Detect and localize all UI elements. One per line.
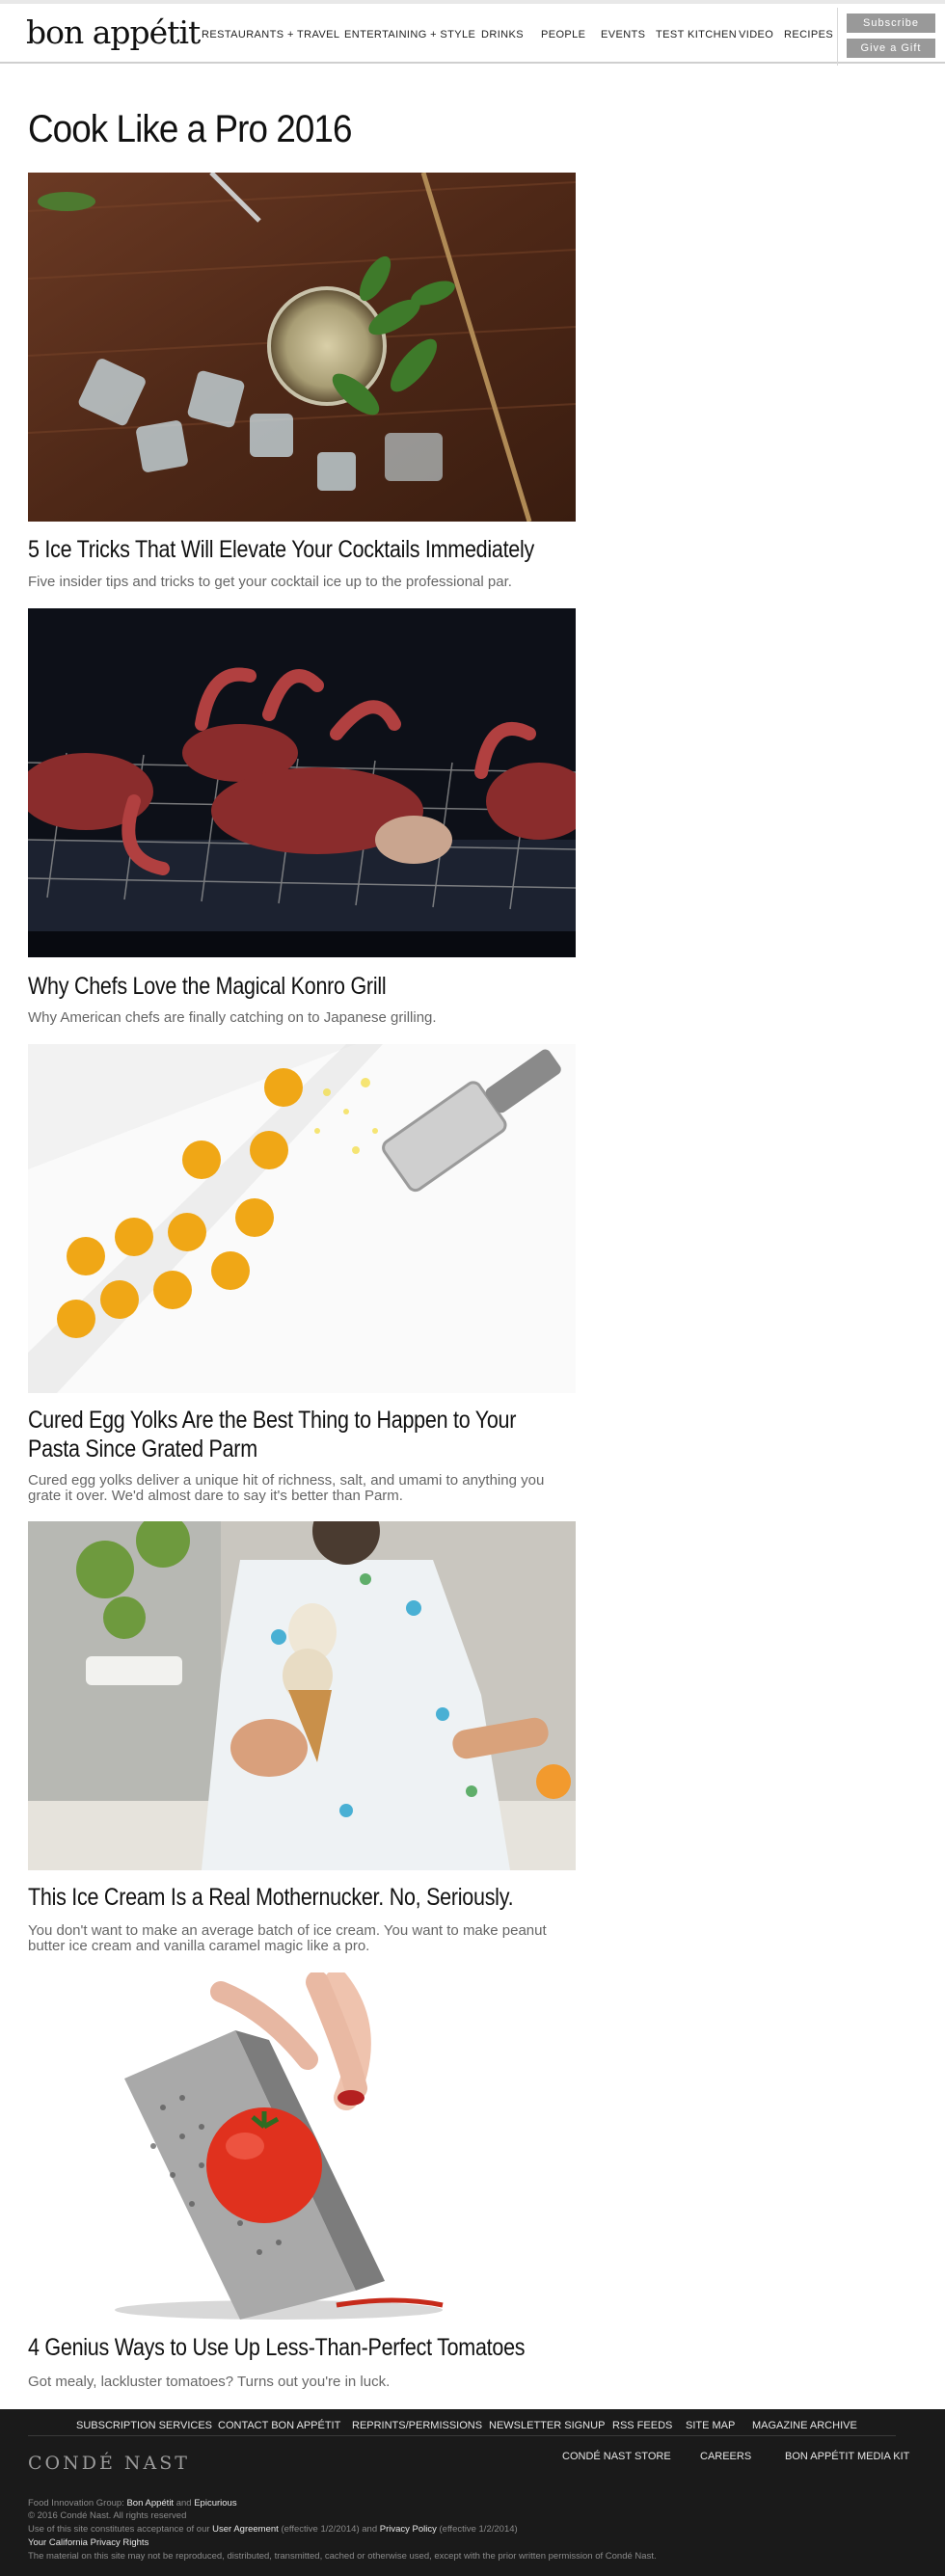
footer-link-reprints[interactable]: REPRINTS/PERMISSIONS bbox=[352, 2420, 482, 2431]
nav-recipes[interactable]: RECIPES bbox=[784, 29, 833, 40]
footer-pp-effective: (effective 1/2/2014) bbox=[439, 2524, 518, 2535]
nav-events[interactable]: EVENTS bbox=[601, 29, 645, 40]
footer-link-bon-appetit[interactable]: Bon Appétit bbox=[126, 2498, 174, 2509]
nav-test-kitchen[interactable]: TEST KITCHEN bbox=[656, 29, 737, 40]
footer-group-and: and bbox=[176, 2498, 192, 2509]
footer-link-privacy-policy[interactable]: Privacy Policy bbox=[380, 2524, 437, 2535]
article-desc-ice-cream: You don't want to make an average batch … bbox=[28, 1922, 547, 1939]
footer-divider bbox=[28, 2435, 896, 2436]
article-desc-ice-cream-line2: butter ice cream and vanilla caramel mag… bbox=[28, 1938, 370, 1954]
footer-link-epicurious[interactable]: Epicurious bbox=[194, 2498, 236, 2509]
footer-group-prefix: Food Innovation Group: bbox=[28, 2498, 124, 2509]
page-title: Cook Like a Pro 2016 bbox=[28, 108, 352, 150]
footer-link-sitemap[interactable]: SITE MAP bbox=[686, 2420, 735, 2431]
footer-link-contact[interactable]: CONTACT BON APPÉTIT bbox=[218, 2420, 340, 2431]
footer-link-newsletter[interactable]: NEWSLETTER SIGNUP bbox=[489, 2420, 605, 2431]
article-title-tomatoes[interactable]: 4 Genius Ways to Use Up Less-Than-Perfec… bbox=[28, 2333, 587, 2362]
footer-link-subscription-services[interactable]: SUBSCRIPTION SERVICES bbox=[76, 2420, 212, 2431]
footer-ua-effective: (effective 1/2/2014) and bbox=[281, 2524, 378, 2535]
article-desc-konro-grill: Why American chefs are finally catching … bbox=[28, 1009, 437, 1026]
article-title-ice-cream[interactable]: This Ice Cream Is a Real Mothernucker. N… bbox=[28, 1883, 587, 1912]
header-divider bbox=[837, 8, 838, 66]
footer-copyright: © 2016 Condé Nast. All rights reserved bbox=[28, 2510, 187, 2521]
footer-use-prefix: Use of this site constitutes acceptance … bbox=[28, 2524, 210, 2535]
give-gift-button[interactable]: Give a Gift bbox=[847, 39, 935, 58]
article-title-cured-egg-yolks[interactable]: Cured Egg Yolks Are the Best Thing to Ha… bbox=[28, 1406, 587, 1435]
nav-restaurants-travel[interactable]: RESTAURANTS + TRAVEL bbox=[202, 29, 339, 40]
article-image-cocktail[interactable] bbox=[28, 173, 576, 522]
footer-link-store[interactable]: CONDÉ NAST STORE bbox=[562, 2451, 671, 2462]
footer-link-user-agreement[interactable]: User Agreement bbox=[212, 2524, 279, 2535]
subscribe-button[interactable]: Subscribe bbox=[847, 13, 935, 33]
site-header: bon appétit RESTAURANTS + TRAVEL ENTERTA… bbox=[0, 4, 945, 66]
nav-video[interactable]: VIDEO bbox=[739, 29, 773, 40]
footer-link-california-privacy[interactable]: Your California Privacy Rights bbox=[28, 2537, 148, 2548]
nav-entertaining-style[interactable]: ENTERTAINING + STYLE bbox=[344, 29, 475, 40]
footer-link-media-kit[interactable]: BON APPÉTIT MEDIA KIT bbox=[785, 2451, 909, 2462]
site-logo[interactable]: bon appétit bbox=[26, 13, 201, 51]
conde-nast-logo[interactable]: CONDÉ NAST bbox=[28, 2453, 190, 2474]
article-image-ice-cream[interactable] bbox=[28, 1521, 576, 1870]
article-title-konro-grill[interactable]: Why Chefs Love the Magical Konro Grill bbox=[28, 972, 587, 1001]
article-desc-ice-tricks: Five insider tips and tricks to get your… bbox=[28, 574, 512, 590]
footer-food-group: Food Innovation Group: Bon Appétit and E… bbox=[28, 2498, 237, 2509]
article-title-ice-tricks[interactable]: 5 Ice Tricks That Will Elevate Your Cock… bbox=[28, 535, 587, 564]
article-desc-tomatoes: Got mealy, lackluster tomatoes? Turns ou… bbox=[28, 2374, 391, 2390]
article-title-cured-egg-yolks-line2[interactable]: Pasta Since Grated Parm bbox=[28, 1435, 587, 1463]
footer-terms: Use of this site constitutes acceptance … bbox=[28, 2524, 518, 2535]
nav-people[interactable]: PEOPLE bbox=[541, 29, 585, 40]
nav-drinks[interactable]: DRINKS bbox=[481, 29, 524, 40]
footer-link-rss[interactable]: RSS FEEDS bbox=[612, 2420, 672, 2431]
footer-link-archive[interactable]: MAGAZINE ARCHIVE bbox=[752, 2420, 857, 2431]
footer-link-careers[interactable]: CAREERS bbox=[700, 2451, 751, 2462]
article-image-tomato[interactable] bbox=[28, 1972, 576, 2321]
footer-material-notice: The material on this site may not be rep… bbox=[28, 2551, 657, 2562]
article-desc-cured-egg-yolks-line2: grate it over. We'd almost dare to say i… bbox=[28, 1488, 403, 1504]
article-image-egg-yolks[interactable] bbox=[28, 1044, 576, 1393]
article-desc-cured-egg-yolks: Cured egg yolks deliver a unique hit of … bbox=[28, 1472, 545, 1489]
article-image-octopus[interactable] bbox=[28, 608, 576, 957]
